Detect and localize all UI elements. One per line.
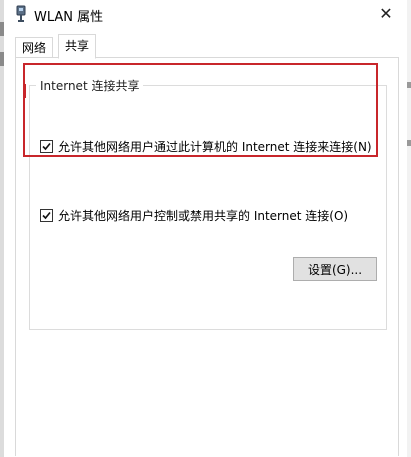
allow-connect-checkbox[interactable] (40, 140, 53, 153)
close-icon: ✕ (379, 3, 393, 23)
settings-button-label: 设置(G)... (307, 262, 363, 277)
settings-button[interactable]: 设置(G)... (293, 257, 377, 281)
tab-label: 共享 (65, 39, 90, 53)
highlight-annotation-marker (23, 84, 26, 98)
title-bar[interactable]: WLAN 属性 ✕ (4, 0, 407, 28)
network-adapter-icon (14, 5, 28, 23)
sharing-tab-panel: Internet 连接共享 允许其他网络用户通过此计算机的 Internet 连… (15, 57, 399, 456)
wlan-properties-dialog: WLAN 属性 ✕ 网络 共享 Internet 连接共享 允许其他网络用户通过… (4, 0, 407, 457)
internet-connection-sharing-group: Internet 连接共享 允许其他网络用户通过此计算机的 Internet 连… (29, 77, 387, 330)
background-mark (407, 82, 411, 88)
window-title: WLAN 属性 (34, 10, 104, 25)
tab-sharing[interactable]: 共享 (58, 34, 97, 59)
checkmark-icon (42, 211, 51, 220)
allow-control-label: 允许其他网络用户控制或禁用共享的 Internet 连接(O) (58, 209, 349, 223)
close-button[interactable]: ✕ (368, 0, 404, 26)
tab-network[interactable]: 网络 (15, 37, 54, 58)
allow-connect-checkbox-row[interactable]: 允许其他网络用户通过此计算机的 Internet 连接来连接(N) (40, 138, 372, 155)
background-window-edge-right (407, 0, 411, 457)
allow-control-checkbox-row[interactable]: 允许其他网络用户控制或禁用共享的 Internet 连接(O) (40, 207, 348, 224)
allow-control-checkbox[interactable] (40, 209, 53, 222)
background-mark (407, 140, 411, 146)
tab-label: 网络 (22, 41, 47, 55)
group-title: Internet 连接共享 (36, 77, 144, 94)
allow-connect-label: 允许其他网络用户通过此计算机的 Internet 连接来连接(N) (58, 140, 372, 154)
checkmark-icon (42, 142, 51, 151)
